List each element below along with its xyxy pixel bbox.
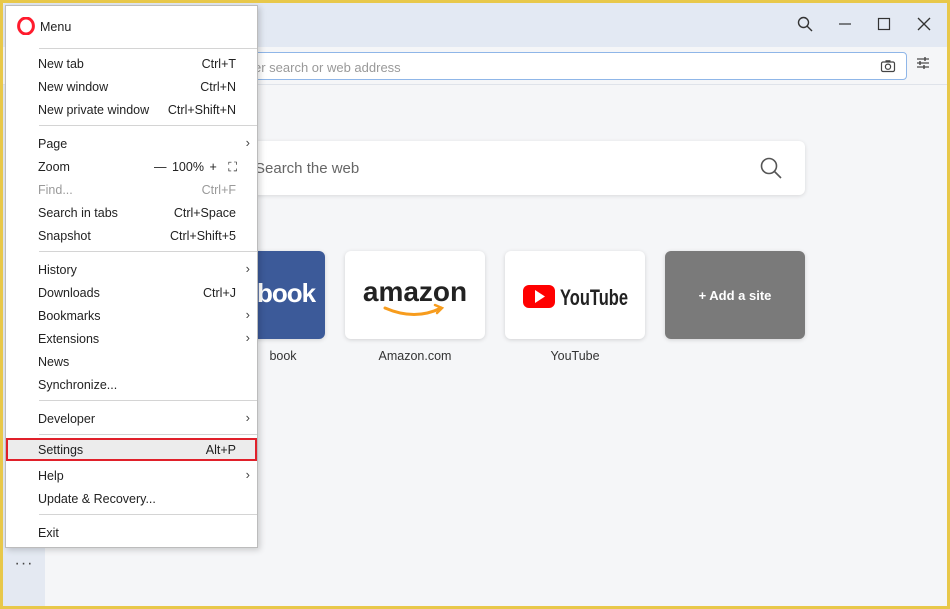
tile-label-youtube: YouTube (550, 349, 600, 363)
menu-item-extensions[interactable]: Extensions › (6, 327, 257, 350)
zoom-in-button[interactable]: + (209, 160, 216, 174)
menu-item-zoom: Zoom — 100% + ⛶ (38, 160, 237, 175)
chevron-right-icon: › (245, 307, 250, 322)
menu-separator (39, 251, 257, 252)
menu-separator (39, 434, 257, 435)
menu-item-update-recovery[interactable]: Update & Recovery... (6, 487, 257, 510)
menu-item-find[interactable]: Find... Ctrl+F (6, 178, 257, 201)
opera-logo-icon (17, 17, 35, 35)
menu-separator (39, 400, 257, 401)
opera-main-menu: Menu New tab Ctrl+T New window Ctrl+N New … (5, 5, 258, 548)
amazon-logo: amazon (363, 276, 467, 316)
facebook-logo: book (257, 278, 316, 308)
menu-item-developer[interactable]: Developer › (6, 407, 257, 430)
youtube-logo: YouTube (523, 285, 628, 310)
search-icon[interactable] (759, 156, 783, 180)
maximize-button[interactable] (866, 9, 902, 39)
minimize-button[interactable] (827, 9, 863, 39)
zoom-out-button[interactable]: — (154, 160, 167, 174)
address-bar[interactable]: er search or web address (203, 52, 907, 80)
close-icon (917, 17, 931, 31)
menu-item-new-tab[interactable]: New tab Ctrl+T (6, 52, 257, 75)
svg-text:YouTube: YouTube (560, 285, 628, 310)
menu-item-settings[interactable]: Settings Alt+P (6, 438, 257, 461)
maximize-icon (877, 17, 891, 31)
menu-item-new-window[interactable]: New window Ctrl+N (6, 75, 257, 98)
menu-item-news[interactable]: News (6, 350, 257, 373)
search-tabs-button[interactable] (787, 9, 823, 39)
zoom-level: 100% (171, 160, 204, 174)
speed-dial-search[interactable]: Search the web (223, 141, 805, 195)
close-button[interactable] (906, 9, 942, 39)
menu-item-snapshot[interactable]: Snapshot Ctrl+Shift+5 (6, 224, 257, 247)
easy-setup-icon[interactable] (915, 55, 931, 71)
menu-item-help[interactable]: Help › (6, 464, 257, 487)
menu-item-new-private-window[interactable]: New private window Ctrl+Shift+N (6, 98, 257, 121)
menu-separator (39, 125, 257, 126)
menu-item-downloads[interactable]: Downloads Ctrl+J (6, 281, 257, 304)
search-placeholder: Search the web (255, 160, 360, 177)
menu-item-exit[interactable]: Exit (6, 521, 257, 544)
address-placeholder: er search or web address (254, 60, 401, 75)
menu-item-history[interactable]: History › (6, 258, 257, 281)
sidebar-more-button[interactable]: ··· (3, 555, 45, 573)
menu-item-bookmarks[interactable]: Bookmarks › (6, 304, 257, 327)
chevron-right-icon: › (245, 467, 250, 482)
menu-separator (39, 48, 257, 49)
chevron-right-icon: › (245, 410, 250, 425)
menu-item-synchronize[interactable]: Synchronize... (6, 373, 257, 396)
menu-header[interactable]: Menu (6, 6, 257, 46)
menu-item-page[interactable]: Page › (6, 132, 257, 155)
search-icon (797, 16, 813, 32)
add-a-site-tile[interactable]: + Add a site (665, 251, 805, 339)
svg-text:amazon: amazon (363, 276, 467, 307)
camera-icon[interactable] (880, 58, 896, 74)
menu-item-search-in-tabs[interactable]: Search in tabs Ctrl+Space (6, 201, 257, 224)
browser-window: er search or web address ··· Search the … (3, 3, 947, 606)
fullscreen-icon[interactable]: ⛶ (228, 160, 237, 174)
chevron-right-icon: › (245, 135, 250, 150)
chevron-right-icon: › (245, 261, 250, 276)
menu-separator (39, 514, 257, 515)
speed-dial-tile-amazon[interactable]: amazon (345, 251, 485, 339)
zoom-controls: — 100% + ⛶ (152, 160, 237, 175)
tile-label-amazon: Amazon.com (378, 349, 452, 363)
chevron-right-icon: › (245, 330, 250, 345)
menu-title: Menu (40, 20, 72, 34)
speed-dial-tile-youtube[interactable]: YouTube (505, 251, 645, 339)
minimize-icon (839, 23, 851, 25)
